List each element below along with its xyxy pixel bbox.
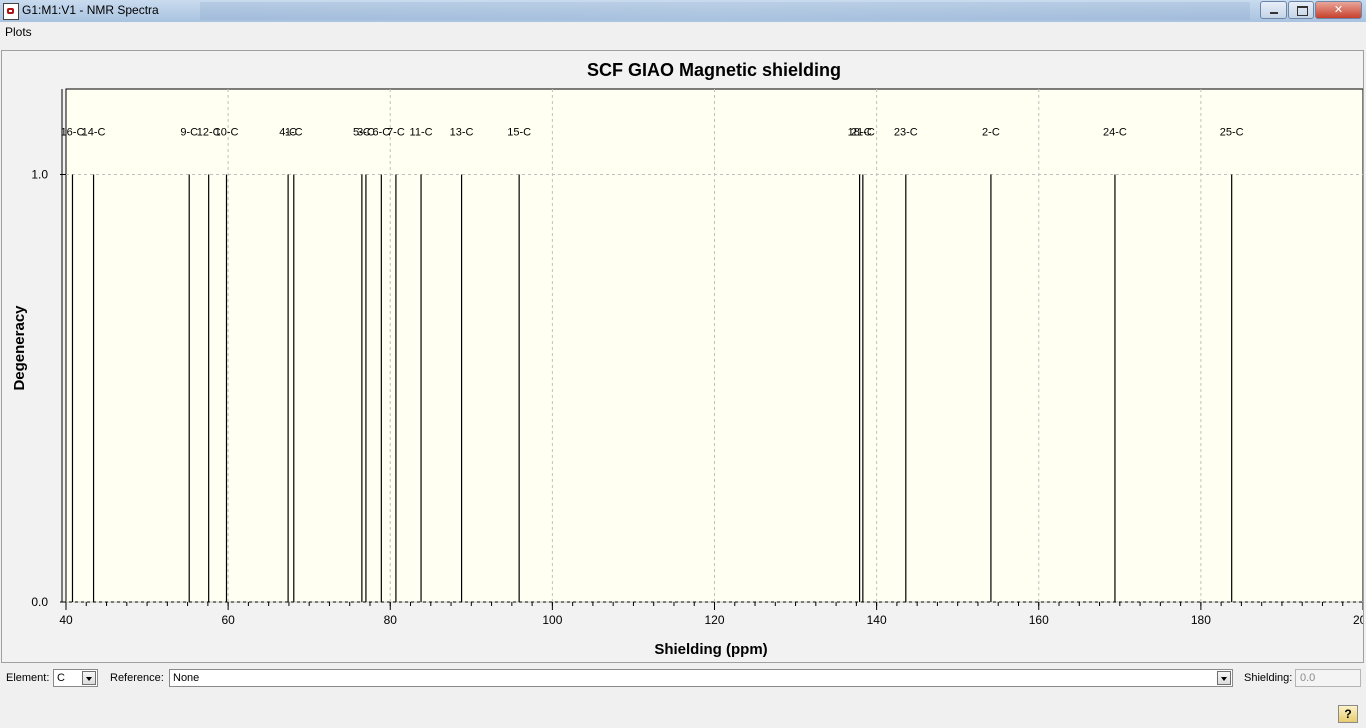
close-button[interactable]: ✕: [1315, 1, 1362, 19]
y-tick-label: 1.0: [31, 168, 48, 182]
peak-label: 2-C: [982, 127, 1000, 139]
y-tick-label: 0.0: [31, 595, 48, 609]
peak-label: 9-C: [180, 127, 198, 139]
peak-label: 25-C: [1220, 127, 1244, 139]
shielding-field[interactable]: 0.0: [1295, 669, 1361, 687]
menu-bar: Plots: [0, 22, 1366, 42]
peak-label: 1-C: [285, 127, 303, 139]
help-icon[interactable]: ?: [1338, 705, 1358, 723]
x-tick-label: 160: [1029, 613, 1049, 627]
minimize-button[interactable]: [1260, 1, 1287, 19]
reference-label: Reference:: [110, 672, 164, 684]
peak-label: 24-C: [1103, 127, 1127, 139]
menu-plots[interactable]: Plots: [5, 25, 32, 39]
peak-label: 15-C: [507, 127, 531, 139]
help-glyph: ?: [1344, 707, 1352, 721]
x-tick-label: 180: [1191, 613, 1211, 627]
nmr-spectrum-chart: 16-C14-C 9-C12-C10-C 4-C1-C 5-C3-C6-C7-C 11-…: [11, 60, 1363, 658]
peak-label: 7-C: [387, 127, 405, 139]
chevron-down-icon[interactable]: [82, 671, 96, 685]
controls-bar: Element: C Reference: None Shielding: 0.…: [0, 666, 1366, 692]
x-tick-label: 60: [221, 613, 235, 627]
element-label: Element:: [6, 672, 50, 684]
peak-label: 23-C: [894, 127, 918, 139]
element-select-value: C: [57, 672, 65, 684]
peak-label: 13-C: [450, 127, 474, 139]
background-taskbar-tabs: [200, 2, 1250, 20]
plot-area: [65, 88, 1363, 603]
status-bar: ?: [0, 695, 1366, 728]
x-tick-label: 100: [542, 613, 562, 627]
title-bar: G1:M1:V1 - NMR Spectra ✕: [0, 0, 1366, 23]
x-tick-label: 120: [704, 613, 724, 627]
reference-select-value: None: [173, 672, 200, 684]
app-icon[interactable]: [3, 3, 19, 20]
x-tick-label: 140: [867, 613, 887, 627]
window-title: G1:M1:V1 - NMR Spectra: [22, 3, 159, 17]
plot-panel: 16-C 14-C 9-C 12-C 10-C 4-C 1-C 5-C 3-C 6-C 7-C 11-…: [1, 50, 1364, 663]
maximize-button[interactable]: [1288, 1, 1314, 19]
peak-label: 11-C: [410, 127, 433, 139]
x-tick-label: 200: [1353, 613, 1363, 627]
chart-title: SCF GIAO Magnetic shielding: [587, 60, 841, 80]
x-axis-label: Shielding (ppm): [654, 641, 767, 658]
shielding-label: Shielding:: [1244, 672, 1293, 684]
x-tick-label: 80: [384, 613, 398, 627]
peak-label: 10-C: [215, 127, 239, 139]
peak-label: 14-C: [82, 127, 106, 139]
shielding-value: 0.0: [1300, 672, 1316, 684]
peak-label: 21-C: [851, 127, 875, 139]
element-select[interactable]: C: [53, 669, 98, 687]
y-axis-label: Degeneracy: [11, 305, 28, 391]
x-tick-label: 40: [59, 613, 73, 627]
reference-select[interactable]: None: [169, 669, 1233, 687]
chevron-down-icon[interactable]: [1217, 671, 1231, 685]
